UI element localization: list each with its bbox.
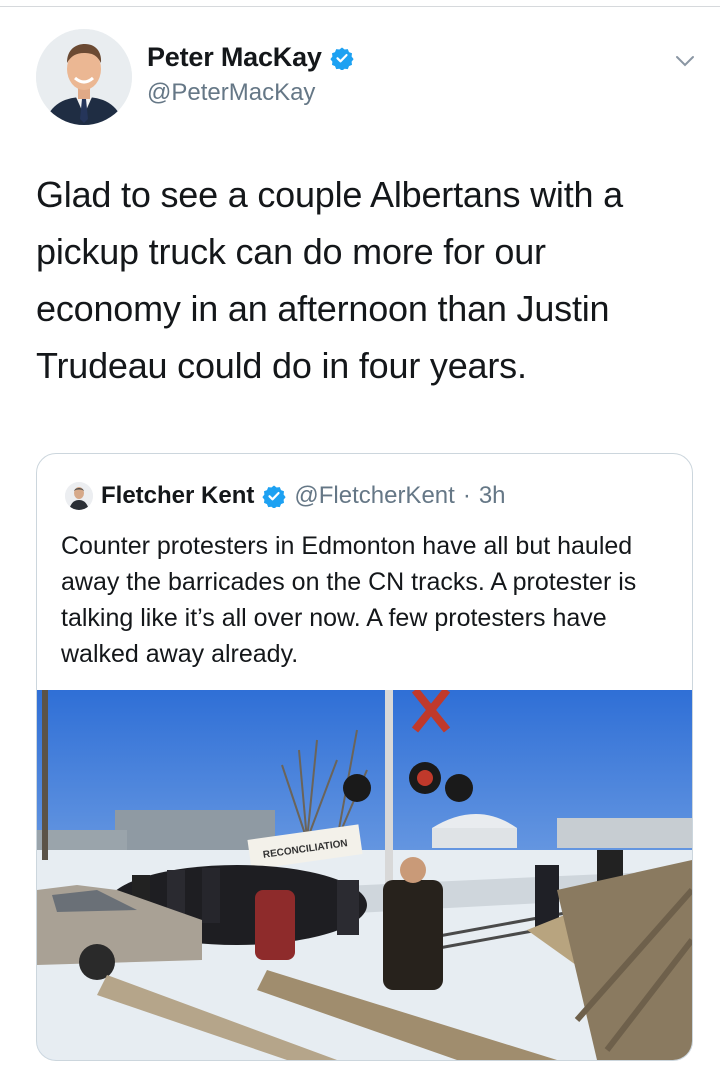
verified-badge-icon xyxy=(330,47,354,70)
quoted-author-handle[interactable]: @FletcherKent xyxy=(294,482,454,510)
author-block: Peter MacKay @PeterMacKay xyxy=(147,42,354,107)
quoted-tweet-photo[interactable]: RECONCILIATION xyxy=(37,690,692,1060)
quoted-tweet-text: Counter protesters in Edmonton have all … xyxy=(61,532,637,668)
author-name[interactable]: Peter MacKay xyxy=(147,42,322,73)
quoted-tweet[interactable]: Fletcher Kent @FletcherKent · 3h Counter… xyxy=(36,453,693,1061)
chevron-down-icon[interactable] xyxy=(674,50,696,72)
tweet-text: Glad to see a couple Albertans with a pi… xyxy=(36,174,623,386)
quoted-tweet-header: Fletcher Kent @FletcherKent · 3h xyxy=(65,482,506,510)
verified-badge-icon xyxy=(262,485,286,508)
quoted-tweet-time[interactable]: 3h xyxy=(479,482,506,510)
author-handle[interactable]: @PeterMacKay xyxy=(147,79,354,107)
meta-separator: · xyxy=(462,482,471,509)
quoted-author-avatar[interactable] xyxy=(65,482,93,510)
top-divider xyxy=(0,6,720,7)
author-avatar[interactable] xyxy=(36,29,132,125)
quoted-author-name[interactable]: Fletcher Kent xyxy=(101,482,254,510)
